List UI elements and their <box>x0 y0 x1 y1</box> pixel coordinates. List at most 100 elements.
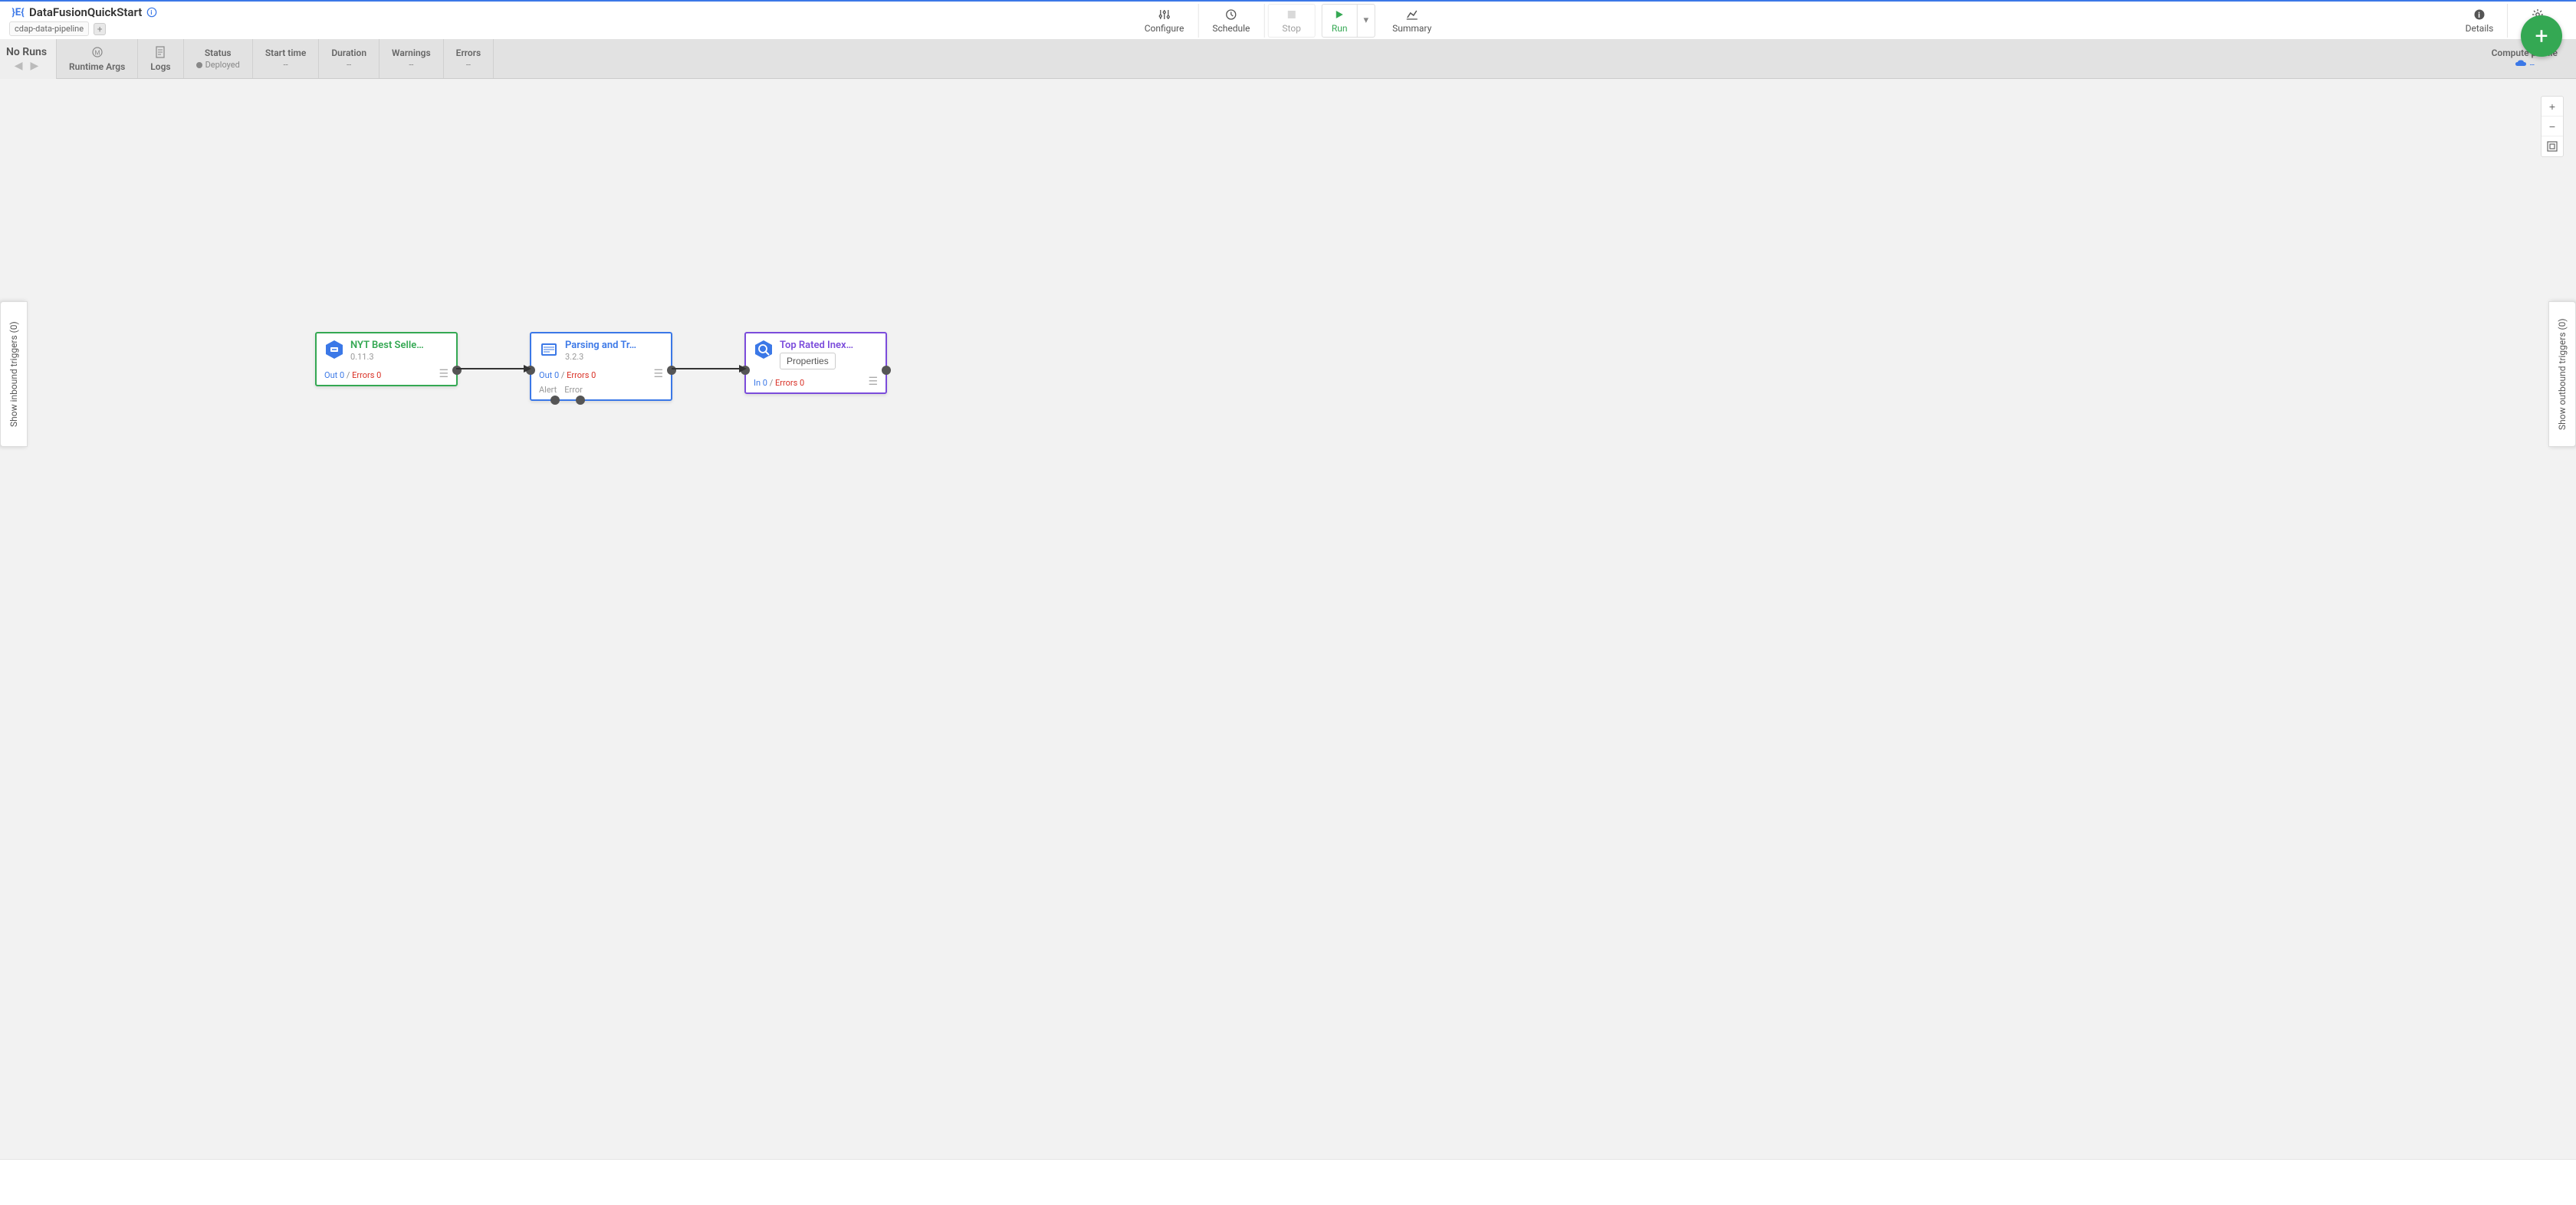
logs-icon <box>155 46 166 61</box>
duration-header: Duration <box>331 48 366 58</box>
node-transform[interactable]: Parsing and Tr… 3.2.3 Out 0 / Errors 0 ☰… <box>530 332 672 401</box>
header-center-actions: Configure Schedule Stop Run ▾ <box>1131 4 1446 38</box>
port-in-icon[interactable] <box>741 366 750 375</box>
start-time-value: -- <box>284 60 288 70</box>
zoom-in-button[interactable]: + <box>2542 97 2563 117</box>
cloud-icon <box>2515 60 2527 70</box>
schedule-button[interactable]: Schedule <box>1198 4 1264 38</box>
run-button[interactable]: Run <box>1322 5 1357 37</box>
plus-icon: + <box>2535 23 2548 50</box>
node-source[interactable]: NYT Best Selle… 0.11.3 Out 0 / Errors 0 … <box>315 332 458 386</box>
port-out-icon[interactable] <box>882 366 891 375</box>
node-source-menu-icon[interactable]: ☰ <box>439 368 449 380</box>
node-sink[interactable]: Top Rated Inex… Properties In 0 / Errors… <box>744 332 887 394</box>
gcs-source-icon <box>324 340 344 360</box>
runtime-args-label: Runtime Args <box>69 61 125 72</box>
node-sink-title: Top Rated Inex… <box>780 340 878 351</box>
zoom-controls: + − <box>2541 96 2564 157</box>
status-value: Deployed <box>205 60 240 70</box>
node-sink-menu-icon[interactable]: ☰ <box>868 376 878 388</box>
configure-label: Configure <box>1145 23 1184 34</box>
start-time-header: Start time <box>265 48 306 58</box>
status-bar: No Runs ◀ ▶ M Runtime Args Logs Status D… <box>0 39 2576 79</box>
info-circle-icon: i <box>2473 8 2486 21</box>
node-sink-metrics: In 0 / Errors 0 <box>754 378 804 388</box>
details-label: Details <box>2466 23 2494 34</box>
args-icon: M <box>91 46 104 61</box>
status-header: Status <box>205 48 232 58</box>
status-cell: Status Deployed <box>184 39 253 78</box>
app-logo-icon: }E{ <box>9 5 25 20</box>
footer-bar <box>0 1159 2576 1205</box>
pipeline-title: DataFusionQuickStart <box>29 5 142 19</box>
node-transform-metrics: Out 0 / Errors 0 <box>539 370 596 380</box>
svg-text:}E{: }E{ <box>12 7 25 18</box>
run-label: Run <box>1332 23 1348 34</box>
outbound-triggers-tab[interactable]: Show outbound triggers (0) <box>2548 301 2576 447</box>
summary-button[interactable]: Summary <box>1378 4 1445 38</box>
wrangler-icon <box>539 340 559 360</box>
sliders-icon <box>1158 8 1171 21</box>
header-left: }E{ DataFusionQuickStart i cdap-data-pip… <box>9 5 157 36</box>
svg-text:M: M <box>94 49 100 56</box>
node-transform-menu-icon[interactable]: ☰ <box>653 368 663 380</box>
node-source-metrics: Out 0 / Errors 0 <box>324 370 381 380</box>
schedule-label: Schedule <box>1212 23 1250 34</box>
warnings-value: -- <box>409 60 413 70</box>
duration-value: -- <box>347 60 351 70</box>
stop-label: Stop <box>1282 23 1301 34</box>
warnings-header: Warnings <box>392 48 431 58</box>
configure-button[interactable]: Configure <box>1131 4 1199 38</box>
chart-icon <box>1406 8 1418 21</box>
node-transform-error-port-label: Error <box>564 385 583 395</box>
errors-header: Errors <box>456 48 481 58</box>
edge-2 <box>672 363 748 375</box>
compute-profile-value: -- <box>2530 60 2535 70</box>
zoom-out-button[interactable]: − <box>2542 117 2563 136</box>
port-error-icon[interactable] <box>576 396 585 405</box>
clock-icon <box>1225 8 1237 21</box>
add-tag-button[interactable]: + <box>94 23 106 35</box>
pipeline-type-tag: cdap-data-pipeline <box>9 21 89 36</box>
run-dropdown-button[interactable]: ▾ <box>1357 5 1375 37</box>
top-header: }E{ DataFusionQuickStart i cdap-data-pip… <box>0 0 2576 39</box>
edge-1 <box>456 363 533 375</box>
node-source-version: 0.11.3 <box>350 352 449 362</box>
status-dot-icon <box>196 62 202 68</box>
next-run-button[interactable]: ▶ <box>31 60 39 72</box>
svg-text:i: i <box>151 9 153 16</box>
caret-down-icon: ▾ <box>1364 15 1369 26</box>
stop-icon <box>1286 8 1297 21</box>
stop-button[interactable]: Stop <box>1267 4 1316 38</box>
pipeline-canvas[interactable]: + − Show inbound triggers (0) Show outbo… <box>0 79 2576 1205</box>
info-icon[interactable]: i <box>146 7 157 18</box>
bigquery-sink-icon <box>754 340 774 360</box>
duration-cell: Duration -- <box>319 39 380 78</box>
errors-value: -- <box>466 60 471 70</box>
node-transform-version: 3.2.3 <box>565 352 663 362</box>
details-button[interactable]: i Details <box>2452 4 2509 38</box>
inbound-triggers-label: Show inbound triggers (0) <box>8 321 19 427</box>
warnings-cell: Warnings -- <box>380 39 444 78</box>
outbound-triggers-label: Show outbound triggers (0) <box>2557 318 2568 430</box>
node-transform-alert-port-label: Alert <box>539 385 557 395</box>
add-fab-button[interactable]: + <box>2521 15 2562 57</box>
runs-nav: No Runs ◀ ▶ <box>0 39 57 79</box>
port-alert-icon[interactable] <box>550 396 560 405</box>
zoom-fit-button[interactable] <box>2542 136 2563 156</box>
inbound-triggers-tab[interactable]: Show inbound triggers (0) <box>0 301 28 447</box>
summary-label: Summary <box>1392 23 1431 34</box>
logs-button[interactable]: Logs <box>138 39 183 78</box>
errors-cell: Errors -- <box>444 39 495 78</box>
prev-run-button[interactable]: ◀ <box>15 60 23 72</box>
port-out-icon[interactable] <box>667 366 676 375</box>
node-properties-button[interactable]: Properties <box>780 353 836 369</box>
logs-label: Logs <box>150 61 170 72</box>
svg-text:i: i <box>2478 11 2480 20</box>
start-time-cell: Start time -- <box>253 39 319 78</box>
play-icon <box>1334 8 1345 21</box>
node-source-title: NYT Best Selle… <box>350 340 449 351</box>
port-in-icon[interactable] <box>526 366 535 375</box>
port-out-icon[interactable] <box>452 366 462 375</box>
runtime-args-button[interactable]: M Runtime Args <box>57 39 138 78</box>
